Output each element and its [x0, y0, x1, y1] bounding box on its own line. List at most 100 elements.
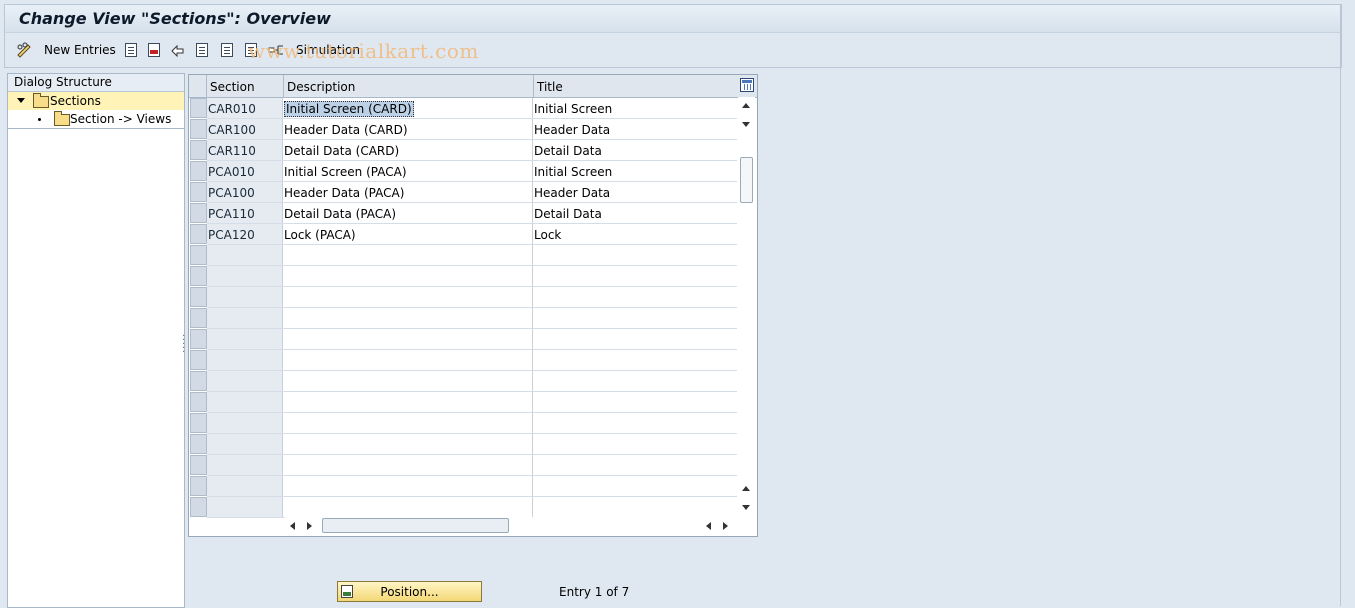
title-cell[interactable] [533, 287, 737, 307]
select-block-button[interactable] [221, 41, 233, 59]
title-cell[interactable]: Header Data [533, 182, 737, 202]
description-cell[interactable]: Detail Data (PACA) [283, 203, 533, 223]
row-selector[interactable] [190, 350, 207, 370]
title-cell[interactable] [533, 329, 737, 349]
row-selector[interactable] [190, 392, 207, 412]
section-cell[interactable]: PCA120 [207, 224, 283, 244]
row-selector[interactable] [190, 371, 207, 391]
table-row[interactable]: CAR110 Detail Data (CARD) Detail Data [207, 140, 737, 161]
row-selector[interactable] [190, 413, 207, 433]
table-row[interactable]: PCA100 Header Data (PACA) Header Data [207, 182, 737, 203]
description-cell[interactable]: Header Data (CARD) [283, 119, 533, 139]
description-text[interactable]: Detail Data (PACA) [284, 207, 396, 221]
title-cell[interactable] [533, 392, 737, 412]
table-row[interactable] [207, 329, 737, 350]
description-cell[interactable]: Initial Screen (PACA) [283, 161, 533, 181]
table-row[interactable]: CAR010 Initial Screen (CARD) Initial Scree… [207, 98, 737, 119]
description-cell[interactable] [283, 392, 533, 412]
section-cell[interactable] [207, 245, 283, 265]
select-all-button[interactable] [196, 41, 208, 59]
row-selector[interactable] [190, 266, 207, 286]
title-cell[interactable] [533, 434, 737, 454]
section-cell[interactable]: PCA010 [207, 161, 283, 181]
description-cell[interactable] [283, 434, 533, 454]
table-row[interactable] [207, 371, 737, 392]
section-cell[interactable] [207, 350, 283, 370]
horizontal-scrollbar[interactable] [285, 517, 737, 534]
section-cell[interactable] [207, 266, 283, 286]
page-up-icon[interactable] [742, 486, 750, 491]
section-cell[interactable] [207, 308, 283, 328]
row-selector[interactable] [190, 203, 207, 223]
table-row[interactable] [207, 497, 737, 518]
table-row[interactable]: CAR100 Header Data (CARD) Header Data [207, 119, 737, 140]
title-cell[interactable] [533, 371, 737, 391]
section-cell[interactable]: PCA100 [207, 182, 283, 202]
description-cell[interactable] [283, 371, 533, 391]
table-row[interactable] [207, 266, 737, 287]
title-cell[interactable]: Initial Screen [533, 98, 737, 118]
scroll-left-end-icon[interactable] [706, 522, 711, 530]
table-row[interactable] [207, 350, 737, 371]
vertical-scrollbar[interactable] [738, 97, 755, 517]
tree-item-section-views[interactable]: Section -> Views [8, 110, 184, 129]
table-settings-icon[interactable] [740, 78, 754, 92]
row-selector[interactable] [190, 98, 207, 118]
column-header-description[interactable]: Description [284, 75, 534, 97]
vertical-scroll-thumb[interactable] [740, 157, 753, 203]
row-selector[interactable] [190, 182, 207, 202]
tree-item-sections[interactable]: Sections [8, 92, 184, 110]
row-selector[interactable] [190, 161, 207, 181]
title-cell[interactable]: Detail Data [533, 140, 737, 160]
undo-change-button[interactable] [170, 41, 186, 59]
title-cell[interactable] [533, 245, 737, 265]
table-row[interactable]: PCA120 Lock (PACA) Lock [207, 224, 737, 245]
row-selector[interactable] [190, 476, 207, 496]
section-cell[interactable] [207, 434, 283, 454]
scroll-down-icon[interactable] [742, 505, 750, 510]
row-selector[interactable] [190, 434, 207, 454]
title-cell[interactable] [533, 266, 737, 286]
delete-button[interactable] [148, 41, 160, 59]
section-cell[interactable] [207, 455, 283, 475]
title-cell[interactable] [533, 497, 737, 517]
row-selector[interactable] [190, 308, 207, 328]
row-selector[interactable] [190, 287, 207, 307]
description-cell[interactable] [283, 329, 533, 349]
position-button[interactable]: Position... [337, 581, 482, 602]
description-cell[interactable]: Header Data (PACA) [283, 182, 533, 202]
row-selector[interactable] [190, 140, 207, 160]
section-cell[interactable] [207, 497, 283, 517]
title-cell[interactable] [533, 455, 737, 475]
description-cell[interactable] [283, 287, 533, 307]
page-down-icon[interactable] [742, 122, 750, 127]
section-cell[interactable]: CAR110 [207, 140, 283, 160]
title-cell[interactable]: Header Data [533, 119, 737, 139]
select-all-rows-cell[interactable] [189, 75, 207, 97]
copy-as-button[interactable] [125, 41, 137, 59]
panel-splitter[interactable]: · · · · · [182, 332, 185, 358]
table-row[interactable] [207, 287, 737, 308]
table-row[interactable] [207, 308, 737, 329]
section-cell[interactable]: CAR100 [207, 119, 283, 139]
column-header-section[interactable]: Section [207, 75, 284, 97]
description-cell[interactable] [283, 266, 533, 286]
table-row[interactable]: PCA010 Initial Screen (PACA) Initial Scree… [207, 161, 737, 182]
title-cell[interactable]: Lock [533, 224, 737, 244]
description-text[interactable]: Initial Screen (CARD) [284, 101, 414, 117]
description-text[interactable]: Header Data (PACA) [284, 186, 404, 200]
section-cell[interactable] [207, 392, 283, 412]
scroll-left-icon[interactable] [290, 522, 295, 530]
description-cell[interactable]: Lock (PACA) [283, 224, 533, 244]
title-cell[interactable] [533, 350, 737, 370]
row-selector[interactable] [190, 497, 207, 517]
description-cell[interactable] [283, 413, 533, 433]
scroll-right-end-icon[interactable] [723, 522, 728, 530]
section-cell[interactable] [207, 287, 283, 307]
title-cell[interactable]: Detail Data [533, 203, 737, 223]
title-cell[interactable] [533, 308, 737, 328]
description-cell[interactable] [283, 476, 533, 496]
description-cell[interactable] [283, 308, 533, 328]
section-cell[interactable] [207, 413, 283, 433]
row-selector[interactable] [190, 245, 207, 265]
